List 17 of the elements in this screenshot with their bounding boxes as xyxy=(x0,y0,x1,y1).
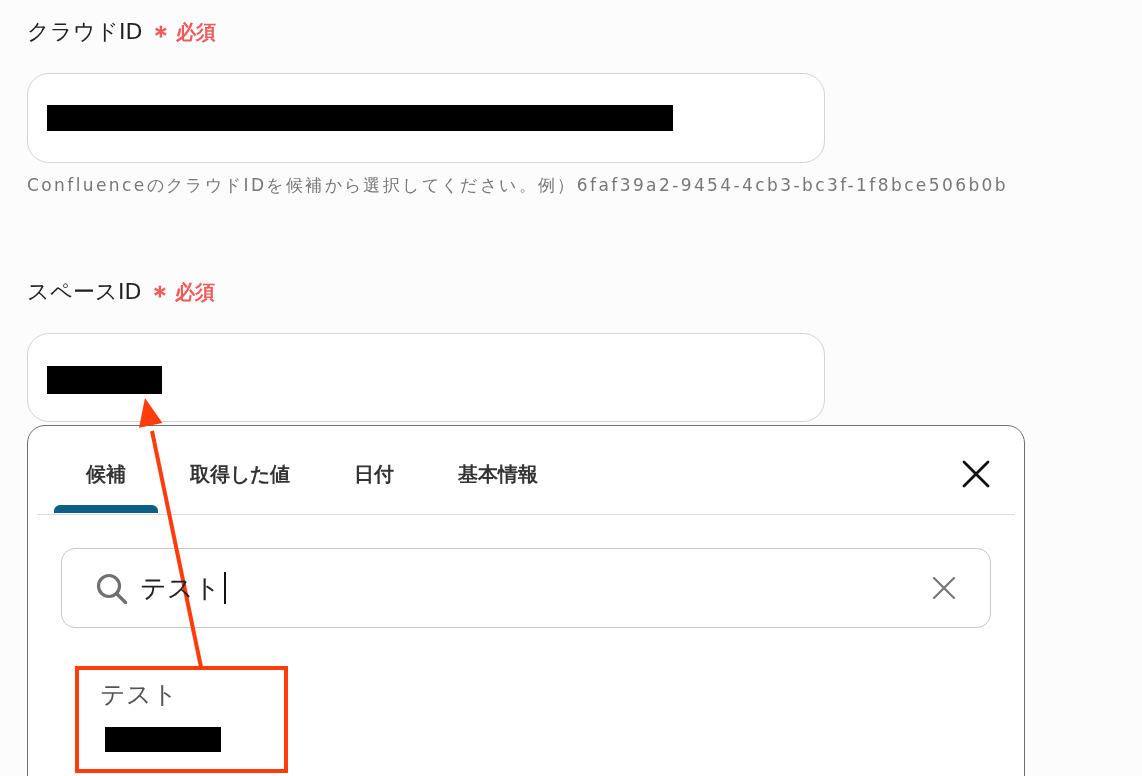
required-asterisk: ＊ xyxy=(147,280,174,310)
required-label: 必須 xyxy=(175,278,216,306)
result-title[interactable]: テスト xyxy=(100,680,178,710)
tab[interactable]: 候補 xyxy=(54,426,158,514)
field-label: クラウドID xyxy=(27,18,143,46)
tab[interactable]: 日付 xyxy=(322,426,426,514)
required-asterisk: ＊ xyxy=(148,20,175,50)
input-field[interactable] xyxy=(27,73,825,163)
tab[interactable]: 基本情報 xyxy=(426,426,570,514)
field-label: スペースID xyxy=(27,278,142,306)
input-field[interactable] xyxy=(27,333,825,422)
close-icon[interactable] xyxy=(962,460,990,488)
help-text: ConfluenceのクラウドIDを候補から選択してください。例）6faf39a2-9454-4cb3-bc3f-1f8bce506b0b xyxy=(27,174,1008,197)
required-label: 必須 xyxy=(176,18,217,46)
tab[interactable]: 取得した値 xyxy=(158,426,322,514)
search-icon xyxy=(96,572,128,604)
clear-icon[interactable] xyxy=(932,576,956,600)
